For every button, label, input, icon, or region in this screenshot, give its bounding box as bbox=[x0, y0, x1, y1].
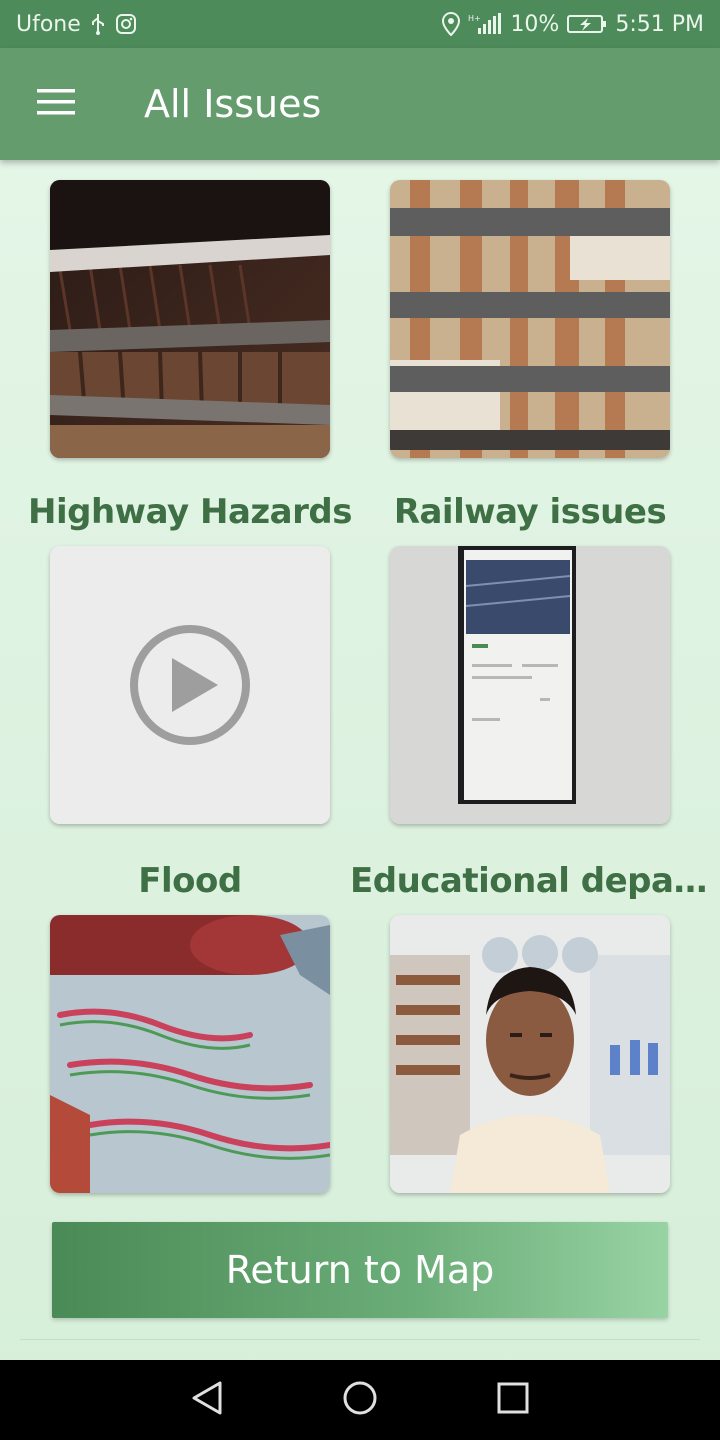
app-bar: All Issues bbox=[0, 48, 720, 160]
page-title: All Issues bbox=[144, 82, 322, 126]
issue-label-5: Flood bbox=[138, 861, 242, 901]
signal-icon: H+ bbox=[468, 12, 502, 36]
issue-label-4: Railway issues bbox=[393, 492, 667, 532]
back-triangle-icon bbox=[190, 1380, 224, 1420]
nav-home-button[interactable] bbox=[320, 1360, 400, 1440]
carrier-name: Ufone bbox=[16, 11, 81, 37]
issue-label-6: Educational depar... bbox=[350, 861, 710, 901]
wooden-ceiling-dark-photo bbox=[50, 180, 330, 458]
man-portrait-photo bbox=[390, 915, 670, 1193]
video-placeholder bbox=[50, 546, 330, 824]
issue-tile-2[interactable] bbox=[390, 180, 670, 458]
home-circle-icon bbox=[342, 1380, 378, 1420]
network-type: H+ bbox=[468, 14, 481, 23]
issue-tile-1[interactable] bbox=[50, 180, 330, 458]
menu-button[interactable] bbox=[20, 68, 92, 140]
bedsheet-photo bbox=[50, 915, 330, 1193]
status-bar: Ufone H+ 10% 5:51 PM bbox=[0, 0, 720, 48]
wooden-ceiling-light-photo bbox=[390, 180, 670, 458]
issue-tile-4[interactable] bbox=[390, 546, 670, 824]
nav-recents-button[interactable] bbox=[473, 1360, 553, 1440]
system-nav-bar bbox=[0, 1360, 720, 1440]
recents-square-icon bbox=[496, 1381, 530, 1419]
usb-icon bbox=[89, 13, 107, 35]
issue-tile-5[interactable] bbox=[50, 915, 330, 1193]
issue-label-3: Highway Hazards bbox=[28, 492, 352, 532]
battery-charging-icon bbox=[567, 14, 607, 34]
hamburger-menu-icon bbox=[36, 87, 76, 121]
phone-screenshot-photo bbox=[390, 546, 670, 824]
status-left: Ufone bbox=[16, 12, 137, 37]
divider bbox=[20, 1339, 700, 1340]
clock: 5:51 PM bbox=[615, 11, 704, 37]
nav-back-button[interactable] bbox=[167, 1360, 247, 1440]
instagram-icon bbox=[115, 13, 137, 35]
return-to-map-button[interactable]: Return to Map bbox=[52, 1222, 668, 1318]
status-right: H+ 10% 5:51 PM bbox=[442, 12, 704, 37]
battery-percent: 10% bbox=[510, 11, 560, 37]
issue-tile-6[interactable] bbox=[390, 915, 670, 1193]
location-icon bbox=[442, 12, 461, 36]
issue-tile-3[interactable] bbox=[50, 546, 330, 824]
